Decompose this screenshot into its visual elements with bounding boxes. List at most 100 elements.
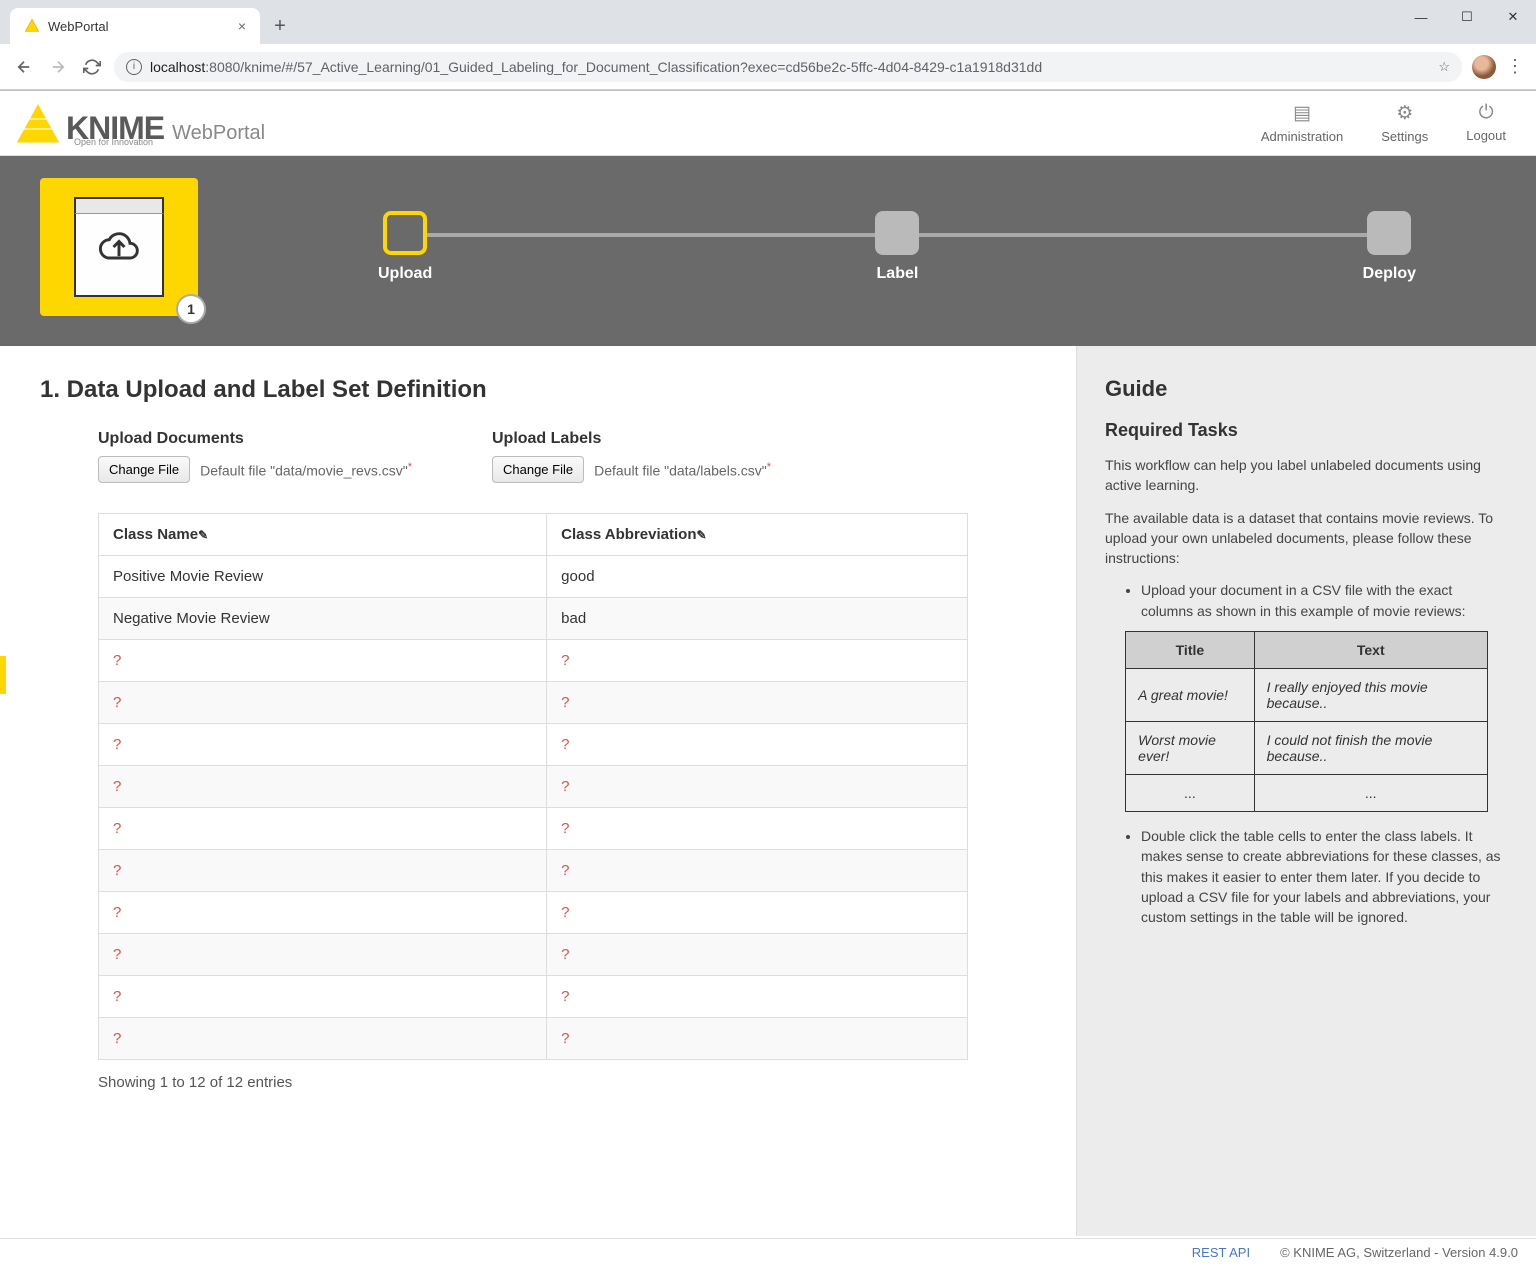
example-text-cell: ... [1254, 775, 1487, 812]
table-row[interactable]: ?? [99, 766, 968, 808]
table-row[interactable]: Positive Movie Reviewgood [99, 556, 968, 598]
class-abbrev-header[interactable]: Class Abbreviation✎ [547, 514, 968, 556]
administration-icon: ▤ [1293, 102, 1311, 125]
new-tab-button[interactable]: + [266, 12, 294, 40]
class-name-cell[interactable]: ? [99, 766, 547, 808]
tab-close-icon[interactable]: × [238, 18, 246, 34]
class-name-cell[interactable]: Negative Movie Review [99, 598, 547, 640]
class-abbrev-cell[interactable]: bad [547, 598, 968, 640]
class-abbrev-cell[interactable]: ? [547, 808, 968, 850]
example-header-title: Title [1126, 632, 1254, 669]
upload-labels-change-file-button[interactable]: Change File [492, 456, 584, 483]
browser-tab[interactable]: WebPortal × [10, 8, 260, 44]
class-name-cell[interactable]: ? [99, 640, 547, 682]
table-row[interactable]: ?? [99, 976, 968, 1018]
upload-labels-heading: Upload Labels [492, 430, 771, 448]
class-name-cell[interactable]: ? [99, 976, 547, 1018]
table-row[interactable]: ?? [99, 682, 968, 724]
tab-title: WebPortal [48, 19, 108, 34]
window-minimize-button[interactable]: — [1398, 2, 1444, 32]
reload-button[interactable] [80, 55, 104, 79]
example-row: Worst movie ever!I could not finish the … [1126, 722, 1488, 775]
chrome-menu-icon[interactable]: ⋮ [1506, 56, 1524, 77]
table-row[interactable]: ?? [99, 724, 968, 766]
page-footer: REST API © KNIME AG, Switzerland - Versi… [0, 1238, 1536, 1266]
class-name-cell[interactable]: ? [99, 1018, 547, 1060]
class-name-cell[interactable]: ? [99, 850, 547, 892]
class-abbrev-cell[interactable]: ? [547, 640, 968, 682]
class-abbrev-cell[interactable]: ? [547, 1018, 968, 1060]
class-name-cell[interactable]: ? [99, 934, 547, 976]
guide-paragraph-1: This workflow can help you label unlabel… [1105, 455, 1508, 496]
url-bar[interactable]: i localhost:8080/knime/#/57_Active_Learn… [114, 52, 1462, 82]
example-header-text: Text [1254, 632, 1487, 669]
profile-avatar[interactable] [1472, 55, 1496, 79]
rest-api-link[interactable]: REST API [1192, 1245, 1250, 1260]
class-abbrev-cell[interactable]: ? [547, 724, 968, 766]
class-abbrev-cell[interactable]: ? [547, 682, 968, 724]
step-deploy-box [1367, 211, 1411, 255]
workflow-thumbnail[interactable]: 1 [40, 178, 198, 316]
knime-favicon-icon [24, 18, 40, 34]
forward-button[interactable] [46, 55, 70, 79]
upload-cloud-icon [97, 225, 141, 269]
upload-documents-change-file-button[interactable]: Change File [98, 456, 190, 483]
logout-link[interactable]: ⏻ Logout [1466, 102, 1506, 144]
main-column: 1. Data Upload and Label Set Definition … [0, 346, 1076, 1236]
step-track: Upload Label Deploy [378, 211, 1416, 283]
table-row[interactable]: ?? [99, 808, 968, 850]
class-name-cell[interactable]: ? [99, 808, 547, 850]
step-label[interactable]: Label [875, 211, 919, 283]
window-close-button[interactable]: ✕ [1490, 2, 1536, 32]
class-name-cell[interactable]: ? [99, 892, 547, 934]
knime-logo[interactable]: Open for Innovation KNIME WebPortal [14, 99, 265, 147]
table-row[interactable]: ?? [99, 1018, 968, 1060]
table-row[interactable]: ?? [99, 892, 968, 934]
table-row[interactable]: ?? [99, 640, 968, 682]
class-abbrev-cell[interactable]: ? [547, 850, 968, 892]
class-abbrev-cell[interactable]: ? [547, 766, 968, 808]
class-name-cell[interactable]: ? [99, 724, 547, 766]
logo-tagline: Open for Innovation [74, 137, 153, 147]
settings-link[interactable]: ⚙ Settings [1381, 102, 1428, 144]
site-info-icon[interactable]: i [126, 59, 142, 75]
class-abbrev-cell[interactable]: ? [547, 976, 968, 1018]
table-row[interactable]: ?? [99, 850, 968, 892]
upload-documents-heading: Upload Documents [98, 430, 412, 448]
scroll-indicator [0, 656, 6, 694]
guide-title: Guide [1105, 376, 1508, 402]
window-controls: — ☐ ✕ [1398, 2, 1536, 32]
step-label-box [875, 211, 919, 255]
step-label-label: Label [877, 265, 919, 283]
bookmark-star-icon[interactable]: ☆ [1438, 59, 1450, 75]
example-row: ...... [1126, 775, 1488, 812]
step-upload-label: Upload [378, 265, 432, 283]
class-name-cell[interactable]: ? [99, 682, 547, 724]
class-abbrev-cell[interactable]: good [547, 556, 968, 598]
class-abbrev-cell[interactable]: ? [547, 892, 968, 934]
edit-icon: ✎ [198, 528, 208, 542]
class-abbrev-cell[interactable]: ? [547, 934, 968, 976]
step-deploy[interactable]: Deploy [1363, 211, 1416, 283]
guide-panel: Guide Required Tasks This workflow can h… [1076, 346, 1536, 1236]
administration-link[interactable]: ▤ Administration [1261, 102, 1343, 144]
knime-header: Open for Innovation KNIME WebPortal ▤ Ad… [0, 91, 1536, 156]
table-row[interactable]: Negative Movie Reviewbad [99, 598, 968, 640]
logo-sub-text: WebPortal [172, 122, 265, 145]
power-icon: ⏻ [1479, 102, 1494, 124]
table-row[interactable]: ?? [99, 934, 968, 976]
example-table: Title Text A great movie!I really enjoye… [1125, 631, 1488, 812]
gear-icon: ⚙ [1396, 102, 1413, 125]
example-row: A great movie!I really enjoyed this movi… [1126, 669, 1488, 722]
back-button[interactable] [12, 55, 36, 79]
class-name-cell[interactable]: Positive Movie Review [99, 556, 547, 598]
address-bar: i localhost:8080/knime/#/57_Active_Learn… [0, 44, 1536, 90]
step-upload[interactable]: Upload [378, 211, 432, 283]
upload-labels-default-file: Default file "data/labels.csv"* [594, 461, 771, 479]
url-text: localhost:8080/knime/#/57_Active_Learnin… [150, 59, 1430, 75]
window-maximize-button[interactable]: ☐ [1444, 2, 1490, 32]
step-upload-box [383, 211, 427, 255]
settings-label: Settings [1381, 129, 1428, 144]
page-title: 1. Data Upload and Label Set Definition [40, 376, 1036, 404]
class-name-header[interactable]: Class Name✎ [99, 514, 547, 556]
